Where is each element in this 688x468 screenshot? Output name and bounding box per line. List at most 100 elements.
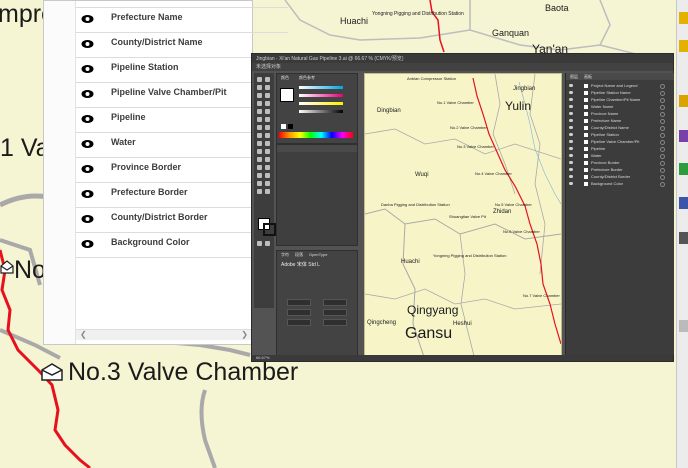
color-spectrum[interactable] bbox=[279, 132, 353, 138]
horizontal-scale-field[interactable] bbox=[323, 309, 347, 316]
layer-row[interactable]: Water bbox=[568, 153, 672, 159]
layer-row[interactable]: Pipeline Station Name bbox=[568, 90, 672, 96]
target-icon[interactable] bbox=[660, 140, 665, 145]
eye-icon[interactable] bbox=[569, 84, 573, 87]
artboard-tool-icon[interactable] bbox=[257, 173, 262, 178]
pencil-tool-icon[interactable] bbox=[257, 117, 262, 122]
layer-row[interactable]: Project Name and Legend bbox=[568, 83, 672, 89]
eye-icon[interactable] bbox=[81, 64, 94, 74]
font-family-field[interactable]: Adobe 宋体 Std L bbox=[281, 261, 320, 268]
eye-icon[interactable] bbox=[81, 89, 94, 99]
line-tool-icon[interactable] bbox=[265, 101, 270, 106]
screen-mode-icon[interactable] bbox=[265, 241, 270, 246]
eye-icon[interactable] bbox=[569, 154, 573, 157]
target-icon[interactable] bbox=[660, 84, 665, 89]
eye-icon[interactable] bbox=[569, 175, 573, 178]
white-swatch[interactable] bbox=[281, 124, 286, 129]
tab-paragraph[interactable]: 段落 bbox=[295, 252, 303, 258]
lasso-tool-icon[interactable] bbox=[265, 85, 270, 90]
target-icon[interactable] bbox=[660, 175, 665, 180]
window-titlebar[interactable]: Jingbian - Xi'an Natural Gas Pipeline 3.… bbox=[252, 54, 673, 63]
paintbrush-tool-icon[interactable] bbox=[265, 109, 270, 114]
target-icon[interactable] bbox=[660, 119, 665, 124]
black-slider[interactable] bbox=[299, 110, 343, 113]
eye-icon[interactable] bbox=[569, 182, 573, 185]
eye-icon[interactable] bbox=[81, 189, 94, 199]
yellow-tool-icon[interactable] bbox=[679, 95, 688, 107]
tab-character[interactable]: 字符 bbox=[281, 252, 289, 258]
symbol-sprayer-tool-icon[interactable] bbox=[257, 165, 262, 170]
magic-wand-tool-icon[interactable] bbox=[257, 85, 262, 90]
scroll-left-icon[interactable]: ❮ bbox=[80, 330, 87, 339]
target-icon[interactable] bbox=[660, 161, 665, 166]
purple-tool-icon[interactable] bbox=[679, 130, 688, 142]
eye-icon[interactable] bbox=[81, 239, 94, 249]
font-size-field[interactable] bbox=[287, 299, 311, 306]
tab-opentype[interactable]: OpenType bbox=[309, 252, 327, 257]
eye-icon[interactable] bbox=[81, 39, 94, 49]
eye-icon[interactable] bbox=[569, 133, 573, 136]
shape-builder-tool-icon[interactable] bbox=[257, 141, 262, 146]
misc-tool-icon[interactable] bbox=[257, 189, 262, 194]
vertical-scale-field[interactable] bbox=[287, 309, 311, 316]
misc-tool-icon[interactable] bbox=[265, 189, 270, 194]
magenta-slider[interactable] bbox=[299, 94, 343, 97]
zoom-tool-icon[interactable] bbox=[265, 181, 270, 186]
target-icon[interactable] bbox=[660, 98, 665, 103]
layer-row[interactable]: Pipeline Station bbox=[568, 132, 672, 138]
target-icon[interactable] bbox=[660, 112, 665, 117]
layer-row[interactable]: Pipeline bbox=[568, 146, 672, 152]
tracking-field[interactable] bbox=[323, 319, 347, 326]
type-tool-icon[interactable] bbox=[257, 101, 262, 106]
eye-icon[interactable] bbox=[569, 105, 573, 108]
yellow-tool-icon[interactable] bbox=[679, 12, 688, 24]
yellow-slider[interactable] bbox=[299, 102, 343, 105]
eye-icon[interactable] bbox=[569, 140, 573, 143]
layer-row[interactable]: Background Color bbox=[568, 181, 672, 187]
pen-tool-icon[interactable] bbox=[257, 93, 262, 98]
perspective-tool-icon[interactable] bbox=[265, 141, 270, 146]
layer-row-prefecture-name[interactable] bbox=[76, 1, 288, 8]
cyan-slider[interactable] bbox=[299, 86, 343, 89]
target-icon[interactable] bbox=[660, 182, 665, 187]
target-icon[interactable] bbox=[660, 168, 665, 173]
mesh-tool-icon[interactable] bbox=[257, 149, 262, 154]
graph-tool-icon[interactable] bbox=[265, 165, 270, 170]
eye-icon[interactable] bbox=[81, 14, 94, 24]
selection-tool-icon[interactable] bbox=[257, 77, 262, 82]
eye-icon[interactable] bbox=[569, 168, 573, 171]
layer-row[interactable]: County/District Name bbox=[568, 125, 672, 131]
eye-icon[interactable] bbox=[569, 91, 573, 94]
layer-row[interactable]: County/District Border bbox=[568, 174, 672, 180]
tab-layers[interactable]: 图层 bbox=[570, 74, 578, 80]
eye-icon[interactable] bbox=[81, 114, 94, 124]
panel-header[interactable] bbox=[277, 145, 357, 152]
eye-icon[interactable] bbox=[81, 164, 94, 174]
black-swatch[interactable] bbox=[288, 124, 293, 129]
leading-field[interactable] bbox=[323, 299, 347, 306]
artboard[interactable]: Anbian Compressor Station Jingbian Yulin… bbox=[364, 73, 562, 361]
layer-row[interactable]: Pipeline Chamber/Pit Name bbox=[568, 97, 672, 103]
eye-icon[interactable] bbox=[569, 112, 573, 115]
draw-mode-icon[interactable] bbox=[257, 241, 262, 246]
eye-icon[interactable] bbox=[81, 139, 94, 149]
target-icon[interactable] bbox=[660, 91, 665, 96]
curvature-tool-icon[interactable] bbox=[265, 93, 270, 98]
blend-tool-icon[interactable] bbox=[265, 157, 270, 162]
free-transform-tool-icon[interactable] bbox=[265, 133, 270, 138]
color-fill-preview[interactable] bbox=[280, 88, 294, 102]
slice-tool-icon[interactable] bbox=[265, 173, 270, 178]
yellow-tool-icon[interactable] bbox=[679, 40, 688, 52]
target-icon[interactable] bbox=[660, 105, 665, 110]
eyedropper-tool-icon[interactable] bbox=[257, 157, 262, 162]
layer-row[interactable]: Province Border bbox=[568, 160, 672, 166]
blue-tool-icon[interactable] bbox=[679, 197, 688, 209]
kerning-field[interactable] bbox=[287, 319, 311, 326]
target-icon[interactable] bbox=[660, 147, 665, 152]
eye-icon[interactable] bbox=[81, 214, 94, 224]
layer-row[interactable]: Prefecture Border bbox=[568, 167, 672, 173]
layer-row[interactable]: Province Name bbox=[568, 111, 672, 117]
scale-tool-icon[interactable] bbox=[265, 125, 270, 130]
target-icon[interactable] bbox=[660, 126, 665, 131]
gradient-tool-icon[interactable] bbox=[265, 149, 270, 154]
